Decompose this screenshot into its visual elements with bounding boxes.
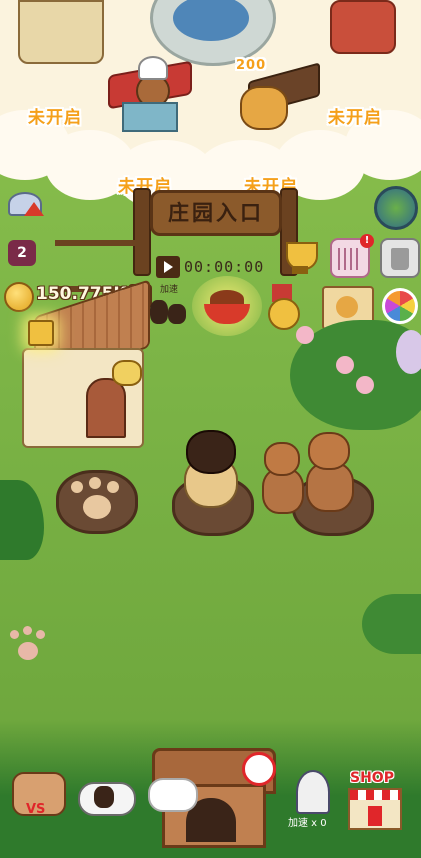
cat-face-icon	[112, 360, 142, 386]
doghouse-door	[86, 378, 126, 438]
paw-pad	[18, 642, 38, 660]
glowing-gift-icon[interactable]	[28, 320, 54, 346]
doghouse-price: 200	[236, 58, 267, 73]
level-badge[interactable]: 2	[8, 240, 36, 266]
shiba-head	[308, 432, 350, 470]
alarm-clock-icon	[242, 752, 276, 786]
shiba-head	[264, 442, 300, 476]
flower	[336, 356, 354, 374]
rocket-count-label: 加速 x 0	[288, 818, 327, 829]
calendar-button[interactable]: !	[330, 234, 374, 278]
shiba-dog[interactable]	[302, 430, 354, 512]
paw-toe	[10, 630, 19, 639]
trash-icon	[391, 248, 409, 270]
shop-building-icon	[348, 788, 402, 830]
game-scene: 200 未开启 未开启 未开启 未开启 庄园入口 2 00:00:00 ! 15…	[0, 0, 421, 858]
trophy-button[interactable]	[280, 238, 320, 278]
locked-label-left: 未开启	[28, 108, 82, 128]
chef-doghouse[interactable]	[108, 56, 192, 132]
timer-text: 00:00:00	[184, 258, 265, 276]
shop-door	[368, 806, 382, 826]
paw-toe	[71, 481, 83, 493]
speedup-cats[interactable]	[148, 290, 188, 326]
locked-doghouse-left[interactable]	[18, 0, 104, 64]
flower	[356, 376, 374, 394]
paw-print-decoration	[6, 624, 48, 666]
vs-battle-button[interactable]: VS	[12, 770, 66, 822]
paw-toe	[23, 626, 32, 635]
shop-awning	[350, 790, 400, 800]
chef-hat-icon	[138, 56, 168, 80]
left-plant	[0, 480, 44, 560]
user-avatar-button[interactable]	[8, 192, 48, 226]
pug-face	[186, 430, 236, 474]
upgrade-arrow-icon	[24, 202, 44, 216]
paw-pad	[83, 495, 111, 519]
shiba-small-dog[interactable]	[258, 440, 304, 514]
alarm-clock-button[interactable]	[238, 748, 276, 788]
doghouse-base	[122, 102, 178, 132]
paw-toe	[36, 630, 45, 639]
medal-button[interactable]	[264, 284, 300, 330]
paw-toe	[89, 477, 101, 489]
bone-button[interactable]	[74, 772, 136, 824]
heart-cloud-icon	[148, 778, 198, 812]
shop-label: SHOP	[350, 770, 394, 786]
food-bowl[interactable]	[192, 276, 262, 336]
rocket-icon	[296, 770, 330, 814]
play-icon	[164, 261, 173, 273]
gate-sign[interactable]: 庄园入口	[150, 190, 282, 236]
cat-icon	[150, 300, 168, 324]
cat-icon	[168, 304, 186, 324]
medal-icon	[268, 298, 300, 330]
pug-dog[interactable]	[176, 426, 242, 508]
calendar-icon	[338, 248, 362, 270]
recycle-button[interactable]	[380, 238, 420, 278]
flower	[296, 326, 314, 344]
vs-label: VS	[26, 802, 46, 817]
fountain-water	[173, 0, 249, 41]
locked-pet-bed-right[interactable]	[330, 0, 396, 54]
speedup-label: 加速	[160, 285, 179, 295]
locked-label-right: 未开启	[328, 108, 382, 128]
paw-cushion-1[interactable]	[56, 470, 138, 534]
map-globe-button[interactable]	[374, 186, 418, 230]
alert-icon: !	[360, 234, 374, 248]
paw-toe	[107, 481, 119, 493]
shiba-dog	[240, 86, 288, 130]
speedup-play-button[interactable]	[156, 256, 180, 278]
right-lower-bush	[362, 594, 421, 654]
cat-silhouette-icon	[94, 786, 114, 808]
shiba-doghouse[interactable]	[228, 62, 320, 136]
rocket-button[interactable]: 加速 x 0	[286, 770, 336, 834]
dog-face-icon	[336, 296, 358, 318]
lucky-wheel-button[interactable]	[382, 288, 418, 324]
trophy-base	[292, 266, 308, 274]
shop-button[interactable]: SHOP	[344, 770, 402, 830]
hydrangea	[396, 330, 421, 374]
